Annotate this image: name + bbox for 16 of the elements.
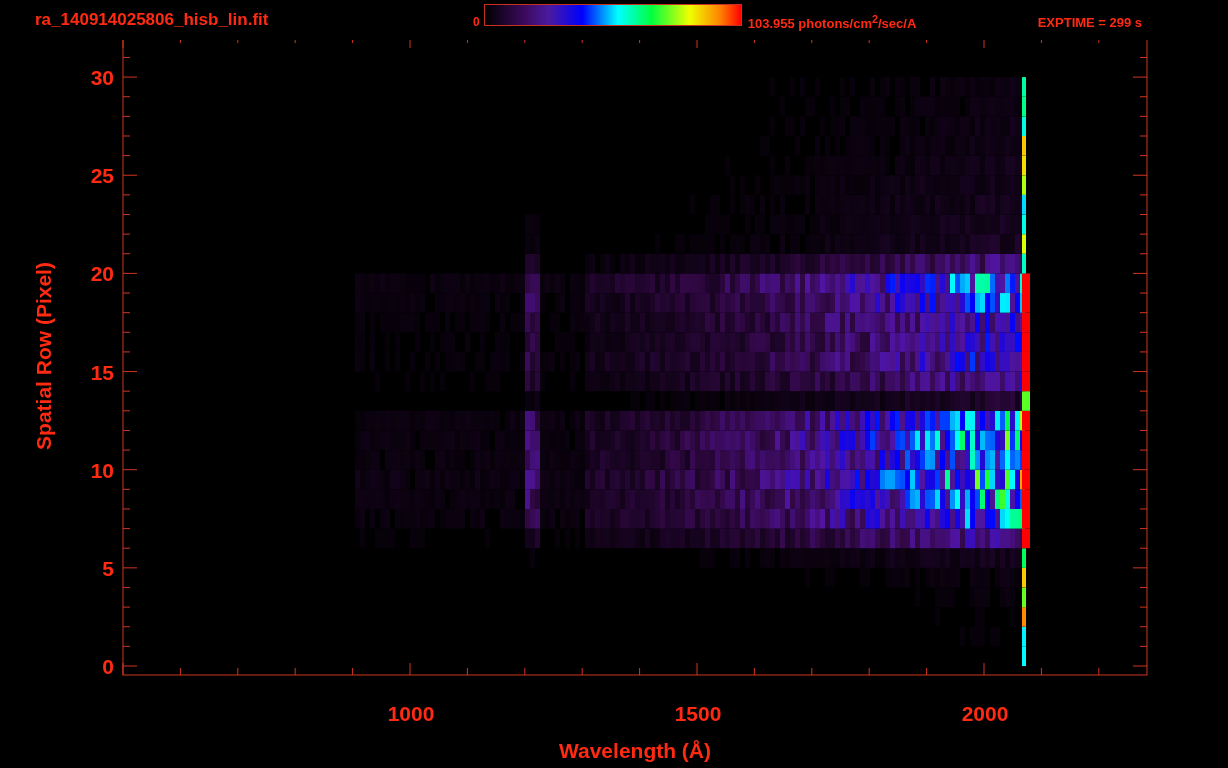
x-tick-label: 2000 — [961, 702, 1009, 725]
x-axis-label: Wavelength (Å) — [558, 739, 712, 762]
colorbar-max-label: 103.955 photons/cm$^{2}$/sec/A — [747, 11, 918, 32]
y-tick-label: 25 — [90, 164, 114, 188]
x-tick-label: 1000 — [387, 702, 435, 725]
y-tick-label: 15 — [90, 360, 114, 384]
colorbar-min-label: 0 — [473, 14, 480, 29]
y-axis-label: Spatial Row (Pixel) — [32, 262, 55, 450]
exposure-time: EXPTIME = 299 s — [1037, 13, 1143, 30]
y-tick-label: 0 — [102, 655, 114, 678]
y-tick-label: 30 — [90, 66, 114, 90]
y-tick-label: 5 — [102, 556, 114, 580]
y-tick-label: 10 — [90, 458, 114, 482]
y-tick-label: 20 — [90, 262, 114, 286]
file-title: ra_140914025806_hisb_lin.fit — [35, 10, 270, 30]
x-tick-label: 1500 — [674, 702, 722, 725]
